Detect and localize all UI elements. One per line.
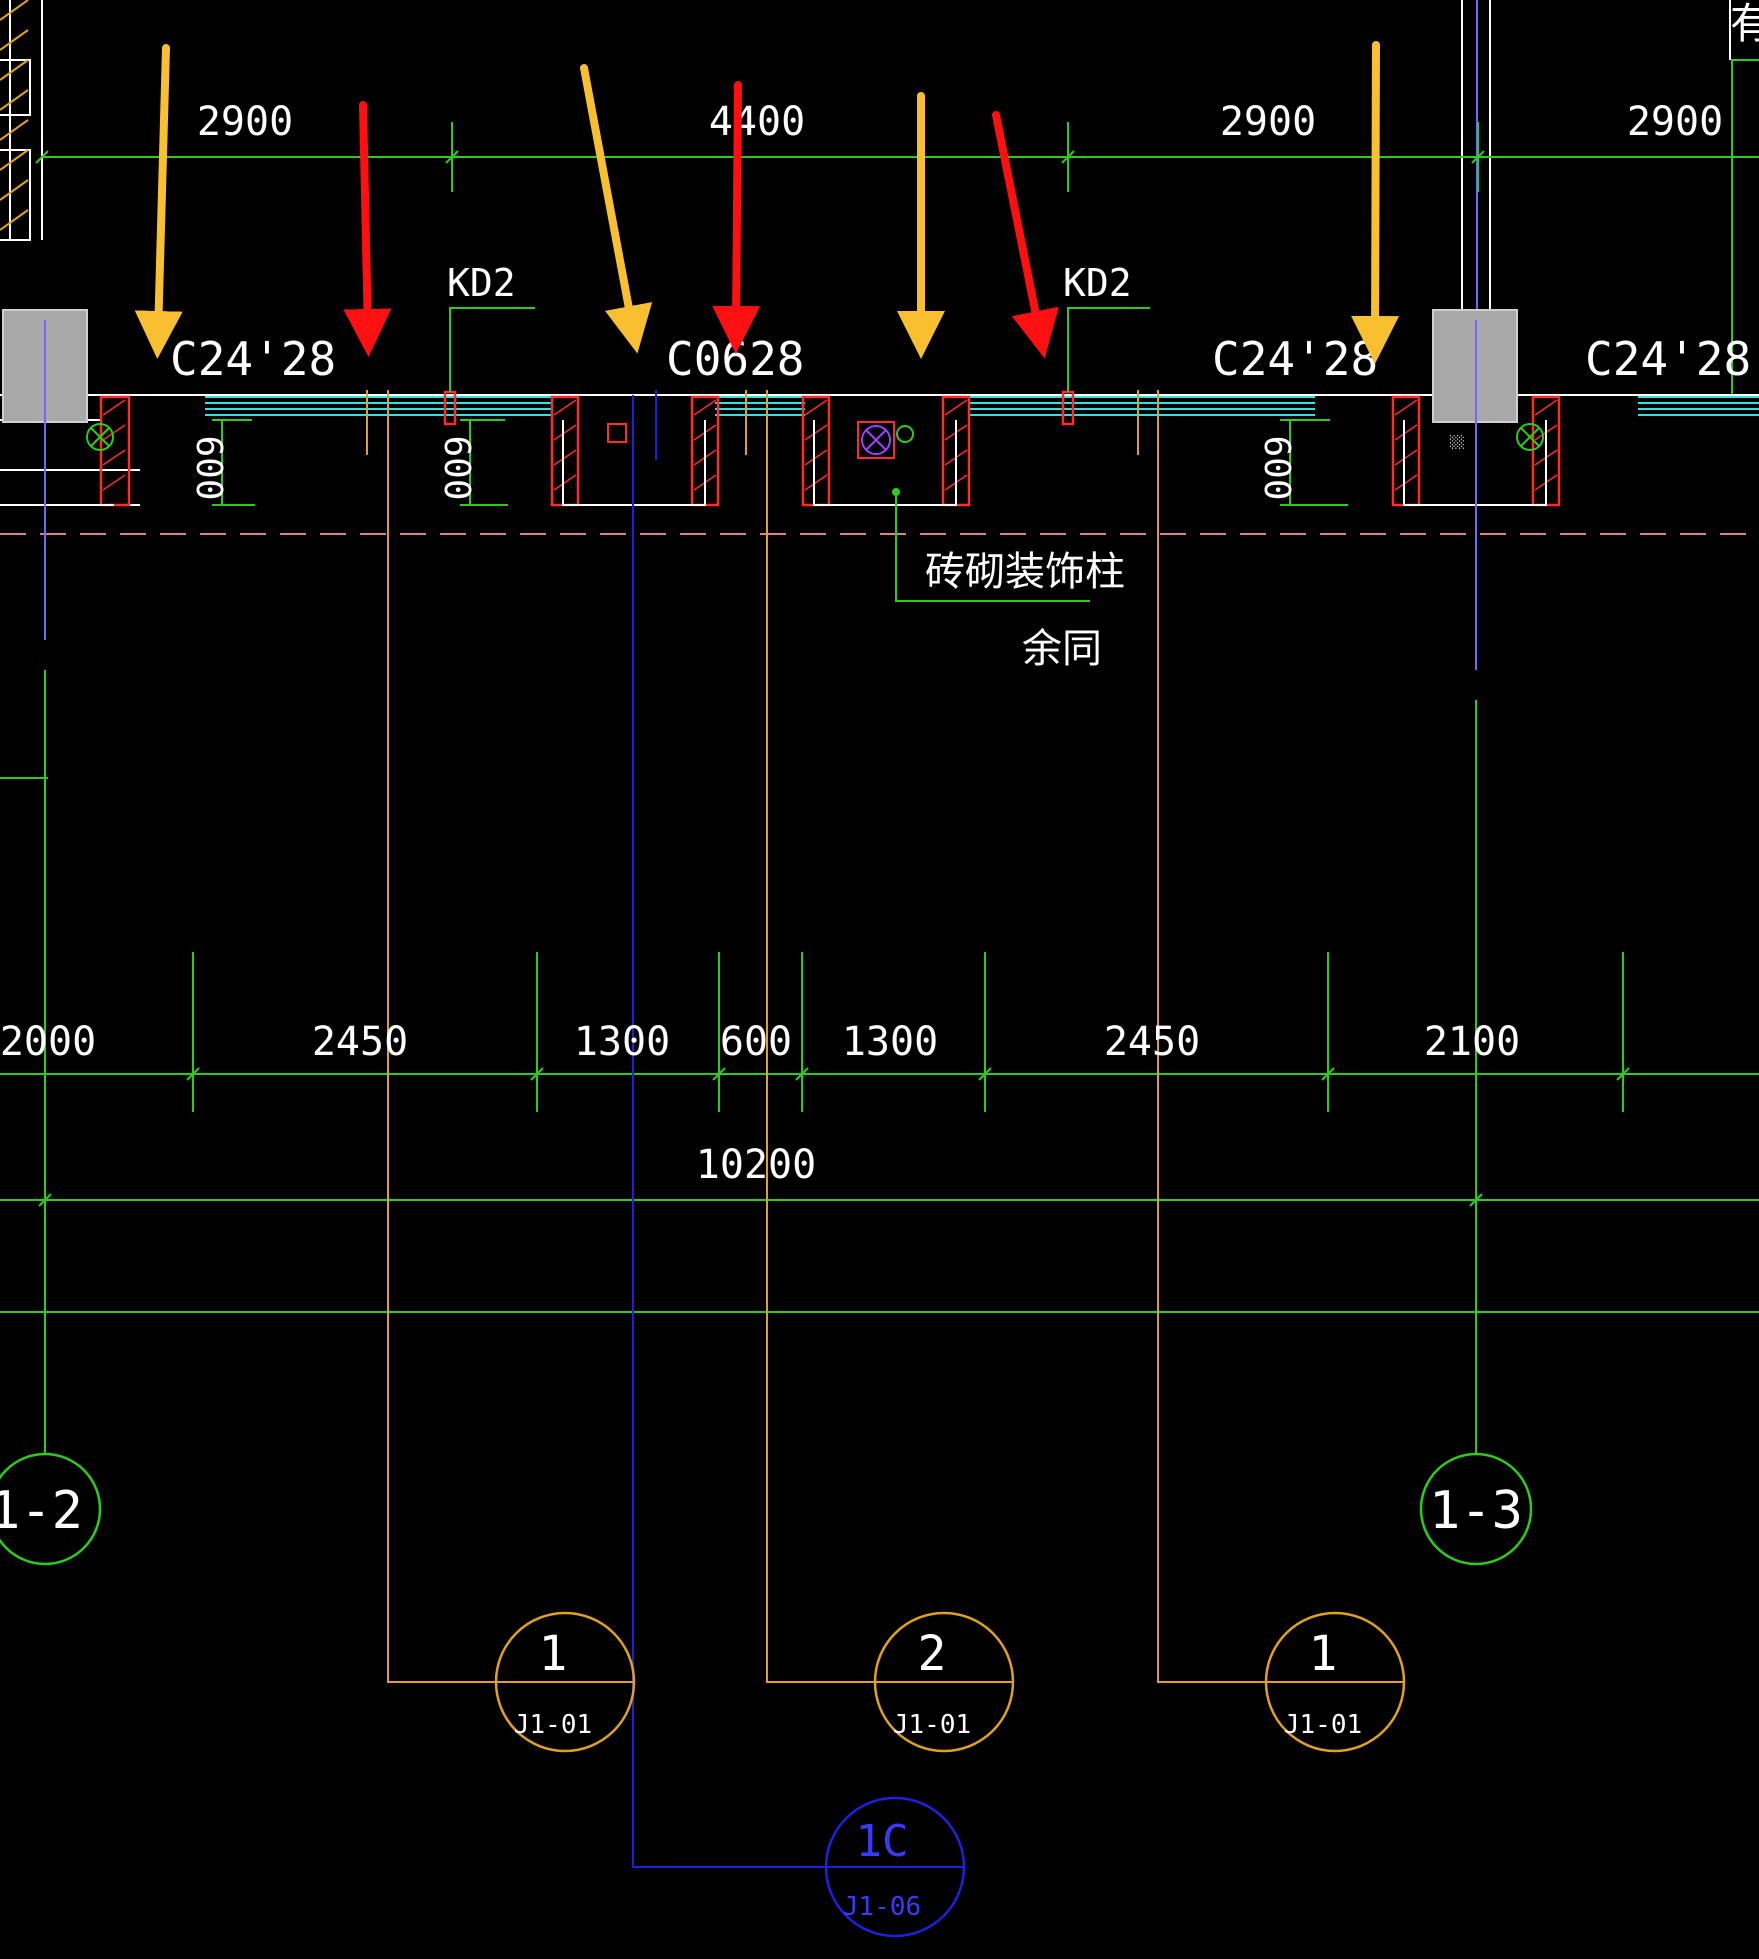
right-edge-geometry bbox=[1461, 0, 1731, 310]
down-arrow-icon bbox=[580, 64, 653, 354]
axis-bubble-1-2: 1-2 bbox=[0, 1452, 102, 1566]
window-tag-2: C0628 bbox=[666, 332, 804, 386]
axis-bubble-label: 1-3 bbox=[1429, 1481, 1523, 1541]
window-tag-1: C24'28 bbox=[170, 332, 336, 386]
down-arrow-icon bbox=[712, 81, 761, 354]
column-note-line1: 砖砌装饰柱 bbox=[925, 549, 1125, 595]
bottom-dim-4: 600 bbox=[720, 1019, 792, 1065]
door-tag-2: KD2 bbox=[1063, 261, 1132, 305]
depth-dim-3: 600 bbox=[1256, 435, 1297, 500]
section-number: 1 bbox=[1309, 1626, 1338, 1682]
depth-dim-2: 600 bbox=[436, 435, 477, 500]
detail-leader bbox=[632, 390, 825, 1868]
section-sheet: J1-01 bbox=[1284, 1710, 1362, 1740]
window-tag-4: C24'28 bbox=[1585, 332, 1751, 386]
down-arrow-icon bbox=[1351, 41, 1400, 364]
column-small-mark: ░░ bbox=[1450, 434, 1464, 449]
bottom-dim-6: 2450 bbox=[1104, 1019, 1200, 1065]
column-note-line2: 余同 bbox=[1022, 626, 1102, 672]
top-dimension-line bbox=[35, 122, 1759, 192]
section-sheet: J1-01 bbox=[514, 1710, 592, 1740]
top-dim-1: 2900 bbox=[197, 99, 293, 145]
section-number: 2 bbox=[918, 1626, 947, 1682]
section-bubble-1: 1 J1-01 bbox=[494, 1611, 636, 1753]
detail-number: 1C bbox=[856, 1816, 909, 1867]
detail-bubble: 1C J1-06 bbox=[824, 1796, 966, 1938]
floor-plan-drawing: ░░ 1-2 1-3 1 J1-01 2 J1-01 1 J1-01 1C J1… bbox=[0, 0, 1759, 1938]
window-glazing bbox=[205, 396, 1759, 416]
drain-symbols bbox=[607, 421, 895, 459]
top-dim-2: 4400 bbox=[709, 99, 805, 145]
corner-text: 有 bbox=[1730, 0, 1759, 48]
axis-bubble-label: 1-2 bbox=[0, 1481, 83, 1541]
overall-dim: 10200 bbox=[696, 1142, 816, 1188]
down-arrow-icon bbox=[343, 101, 392, 357]
door-tag-1: KD2 bbox=[447, 261, 516, 305]
bottom-dim-7: 2100 bbox=[1424, 1019, 1520, 1065]
bottom-dim-2: 2450 bbox=[312, 1019, 408, 1065]
decor-column-bases bbox=[0, 420, 1547, 506]
detail-sheet: J1-06 bbox=[843, 1892, 921, 1922]
pipe-circle-icon bbox=[896, 425, 914, 443]
window-tag-3: C24'28 bbox=[1212, 332, 1378, 386]
down-arrow-icon bbox=[134, 44, 183, 359]
down-arrow-icon bbox=[992, 111, 1059, 359]
annotation-arrows bbox=[134, 41, 1400, 364]
bottom-dim-1: 2000 bbox=[0, 1019, 96, 1065]
drain-symbol-inner bbox=[861, 425, 891, 455]
bottom-dim-5: 1300 bbox=[842, 1019, 938, 1065]
lower-dimension-line bbox=[0, 952, 1759, 1313]
axis-bubble-1-3: 1-3 bbox=[1419, 1452, 1533, 1566]
section-bubble-2: 2 J1-01 bbox=[873, 1611, 1015, 1753]
section-number: 1 bbox=[539, 1626, 568, 1682]
depth-dim-1: 600 bbox=[188, 435, 229, 500]
section-sheet: J1-01 bbox=[893, 1710, 971, 1740]
cad-canvas: ░░ 1-2 1-3 1 J1-01 2 J1-01 1 J1-01 1C J1… bbox=[0, 0, 1759, 1959]
depth-dimension-lines bbox=[212, 419, 1348, 506]
top-dim-4: 2900 bbox=[1627, 99, 1723, 145]
top-dim-3: 2900 bbox=[1220, 99, 1316, 145]
section-bubble-3: 1 J1-01 bbox=[1264, 1611, 1406, 1753]
bottom-dim-3: 1300 bbox=[574, 1019, 670, 1065]
